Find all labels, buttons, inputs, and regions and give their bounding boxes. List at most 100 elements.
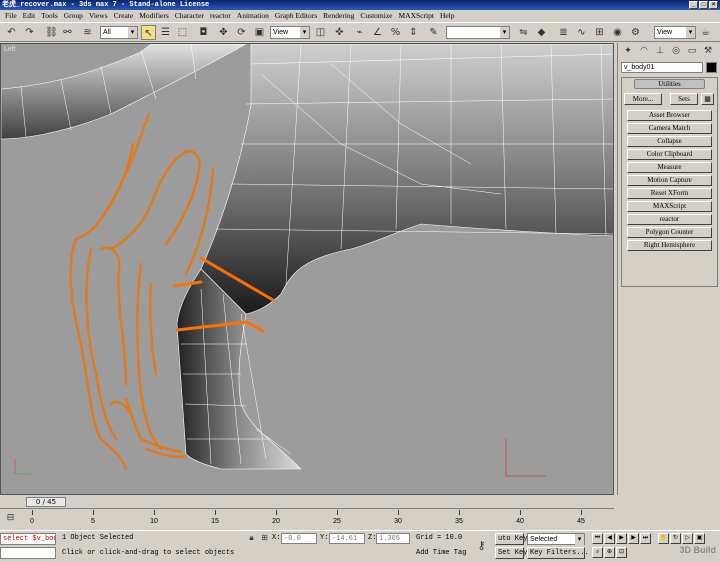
x-coordinate-field[interactable]: -0.0 bbox=[281, 533, 317, 544]
arc-rotate-icon[interactable]: ↻ bbox=[670, 533, 681, 544]
align-icon[interactable]: ◆ bbox=[534, 25, 549, 40]
camera-match-button[interactable]: Camera Match bbox=[627, 123, 712, 134]
color-clipboard-button[interactable]: Color Clipboard bbox=[627, 149, 712, 160]
menu-maxscript[interactable]: MAXScript bbox=[396, 10, 437, 22]
mirror-icon[interactable]: ⇋ bbox=[516, 25, 531, 40]
y-coordinate-field[interactable]: -14.61 bbox=[329, 533, 365, 544]
minimize-icon[interactable]: _ bbox=[689, 1, 698, 9]
snaps-toggle-icon[interactable]: ⌁ bbox=[352, 25, 367, 40]
add-time-tag-button[interactable]: Add Time Tag bbox=[416, 548, 466, 559]
lock-selection-icon[interactable]: 🔒︎ bbox=[246, 532, 257, 543]
mini-curve-editor-icon[interactable]: ⊟ bbox=[3, 511, 18, 526]
auto-key-button[interactable]: uto Key bbox=[495, 533, 527, 545]
key-mode-dropdown[interactable]: Selected bbox=[527, 533, 585, 545]
utilities-tab-icon[interactable]: ⚒ bbox=[701, 45, 715, 58]
maxscript-listener-field[interactable]: select $v_bod bbox=[0, 533, 56, 545]
spinner-snap-icon[interactable]: ⇕ bbox=[406, 25, 421, 40]
utilities-rollout-title[interactable]: Utilities bbox=[634, 79, 705, 89]
redo-icon[interactable]: ↷ bbox=[22, 25, 37, 40]
measure-button[interactable]: Measure bbox=[627, 162, 712, 173]
render-type-dropdown[interactable]: View bbox=[654, 26, 696, 39]
object-color-swatch[interactable] bbox=[706, 62, 717, 73]
hierarchy-tab-icon[interactable]: ⊥ bbox=[653, 45, 667, 58]
maximize-viewport-icon[interactable]: ▣ bbox=[694, 533, 705, 544]
right-hemisphere-button[interactable]: Right Hemisphere bbox=[627, 240, 712, 251]
angle-snap-icon[interactable]: ∠ bbox=[370, 25, 385, 40]
display-tab-icon[interactable]: ▭ bbox=[685, 45, 699, 58]
menu-create[interactable]: Create bbox=[111, 10, 137, 22]
zoom-icon[interactable]: ⌕ bbox=[592, 547, 603, 558]
maxscript-output-field[interactable] bbox=[0, 547, 56, 559]
pivot-center-icon[interactable]: ◫ bbox=[313, 25, 328, 40]
select-and-move-icon[interactable]: ✥ bbox=[216, 25, 231, 40]
configure-sets-icon[interactable]: ▦ bbox=[701, 93, 714, 105]
curve-editor-icon[interactable]: ∿ bbox=[574, 25, 589, 40]
select-and-rotate-icon[interactable]: ⟳ bbox=[234, 25, 249, 40]
menu-animation[interactable]: Animation bbox=[234, 10, 272, 22]
bind-to-space-warp-icon[interactable]: ≋ bbox=[80, 25, 95, 40]
menu-graph-editors[interactable]: Graph Editors bbox=[272, 10, 320, 22]
reactor-button[interactable]: reactor bbox=[627, 214, 712, 225]
named-selection-dropdown[interactable] bbox=[446, 26, 510, 39]
undo-icon[interactable]: ↶ bbox=[4, 25, 19, 40]
left-viewport[interactable]: Left bbox=[0, 43, 614, 495]
play-icon[interactable]: ▶ bbox=[616, 533, 627, 544]
zoom-all-icon[interactable]: ⊕ bbox=[604, 547, 615, 558]
render-scene-icon[interactable]: ⚙ bbox=[628, 25, 643, 40]
menu-modifiers[interactable]: Modifiers bbox=[136, 10, 172, 22]
rectangular-selection-icon[interactable]: ⬚ bbox=[175, 25, 190, 40]
menu-tools[interactable]: Tools bbox=[38, 10, 61, 22]
select-and-scale-icon[interactable]: ▣ bbox=[252, 25, 267, 40]
more-button[interactable]: More... bbox=[624, 93, 662, 105]
key-mode-icon[interactable]: ⚷ bbox=[474, 538, 489, 553]
layer-manager-icon[interactable]: ≣ bbox=[556, 25, 571, 40]
collapse-button[interactable]: Collapse bbox=[627, 136, 712, 147]
unlink-icon[interactable]: ⚯ bbox=[60, 25, 75, 40]
track-bar[interactable]: ⊟ 0 5 10 15 20 25 30 35 40 45 bbox=[0, 508, 614, 530]
sets-button[interactable]: Sets bbox=[670, 93, 698, 105]
edit-named-selection-icon[interactable]: ✎ bbox=[426, 25, 441, 40]
quick-render-icon[interactable]: ☕ bbox=[698, 25, 713, 40]
modify-tab-icon[interactable]: ◠ bbox=[637, 45, 651, 58]
menu-help[interactable]: Help bbox=[437, 10, 458, 22]
field-of-view-icon[interactable]: ▷ bbox=[682, 533, 693, 544]
object-name-field[interactable]: v_body01 bbox=[621, 62, 703, 73]
percent-snap-icon[interactable]: % bbox=[388, 25, 403, 40]
menu-file[interactable]: File bbox=[2, 10, 20, 22]
viewport-label[interactable]: Left bbox=[4, 46, 16, 53]
material-editor-icon[interactable]: ◉ bbox=[610, 25, 625, 40]
select-by-name-icon[interactable]: ☰ bbox=[158, 25, 173, 40]
close-icon[interactable]: × bbox=[709, 1, 718, 9]
maxscript-button[interactable]: MAXScript bbox=[627, 201, 712, 212]
goto-start-icon[interactable]: ⏮ bbox=[592, 533, 603, 544]
select-and-link-icon[interactable]: ⛓ bbox=[44, 25, 59, 40]
menu-character[interactable]: Character bbox=[172, 10, 207, 22]
goto-end-icon[interactable]: ⏭ bbox=[640, 533, 651, 544]
select-object-icon[interactable]: ↖ bbox=[141, 25, 156, 40]
next-frame-icon[interactable]: ▶ bbox=[628, 533, 639, 544]
viewport-canvas[interactable] bbox=[1, 44, 614, 495]
previous-frame-icon[interactable]: ◀ bbox=[604, 533, 615, 544]
schematic-view-icon[interactable]: ⊞ bbox=[592, 25, 607, 40]
time-slider[interactable]: 0 / 45 bbox=[26, 497, 66, 507]
asset-browser-button[interactable]: Asset Browser bbox=[627, 110, 712, 121]
reset-xform-button[interactable]: Reset XForm bbox=[627, 188, 712, 199]
menu-rendering[interactable]: Rendering bbox=[320, 10, 357, 22]
menu-edit[interactable]: Edit bbox=[20, 10, 39, 22]
pan-icon[interactable]: ✋ bbox=[658, 533, 669, 544]
menu-views[interactable]: Views bbox=[86, 10, 111, 22]
motion-capture-button[interactable]: Motion Capture bbox=[627, 175, 712, 186]
select-and-manipulate-icon[interactable]: ✜ bbox=[332, 25, 347, 40]
z-coordinate-field[interactable]: 1.305 bbox=[376, 533, 410, 544]
zoom-extents-icon[interactable]: ⊡ bbox=[616, 547, 627, 558]
polygon-counter-button[interactable]: Polygon Counter bbox=[627, 227, 712, 238]
key-filters-button[interactable]: Key Filters... bbox=[527, 547, 589, 559]
motion-tab-icon[interactable]: ◎ bbox=[669, 45, 683, 58]
create-tab-icon[interactable]: ✦ bbox=[621, 45, 635, 58]
menu-customize[interactable]: Customize bbox=[357, 10, 395, 22]
maximize-icon[interactable]: □ bbox=[699, 1, 708, 9]
window-crossing-icon[interactable]: ◘ bbox=[196, 25, 211, 40]
selection-filter-dropdown[interactable]: All bbox=[100, 26, 138, 39]
absolute-mode-icon[interactable]: ⊞ bbox=[259, 532, 270, 543]
set-key-button[interactable]: Set Key bbox=[495, 547, 527, 559]
